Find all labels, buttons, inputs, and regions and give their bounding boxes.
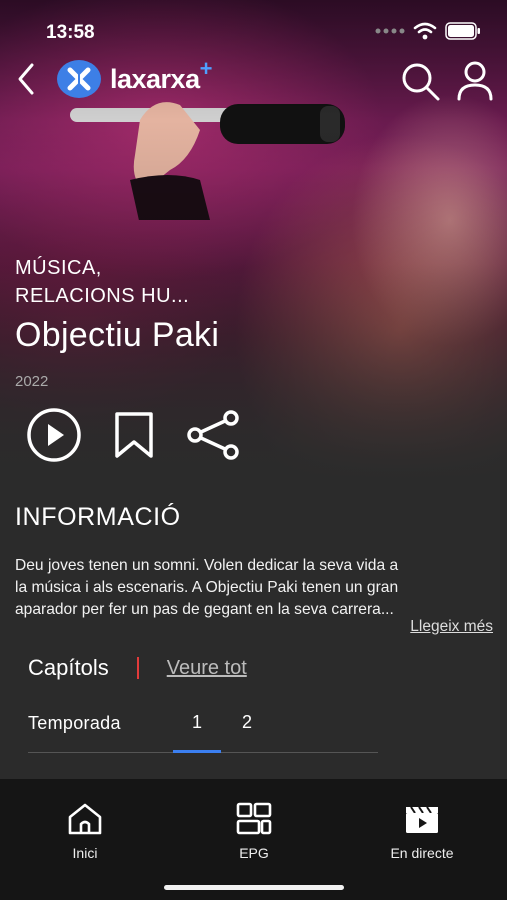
program-year: 2022	[15, 373, 49, 390]
nav-tab-epg[interactable]: EPG	[194, 801, 314, 861]
season-selector: Temporada 1 2	[28, 710, 378, 755]
genres: MÚSICA, RELACIONS HU...	[15, 254, 189, 310]
season-label: Temporada	[28, 713, 121, 733]
play-button[interactable]	[25, 406, 83, 464]
nav-tab-live[interactable]: En directe	[362, 801, 482, 861]
nav-tab-home[interactable]: Inici	[25, 801, 145, 861]
action-bar	[25, 406, 243, 464]
chapters-label: Capítols	[28, 655, 109, 680]
info-heading: INFORMACIÓ	[15, 503, 181, 531]
active-season-indicator	[173, 750, 221, 753]
program-title: Objectiu Paki	[15, 316, 220, 354]
clapperboard-icon	[406, 806, 438, 833]
back-arrow-icon[interactable]	[12, 59, 42, 99]
bookmark-icon	[115, 412, 153, 458]
search-icon[interactable]	[398, 59, 442, 103]
user-profile-icon[interactable]	[455, 59, 495, 103]
laxarxa-logo-icon	[57, 60, 101, 98]
status-bar: 13:58	[0, 0, 507, 50]
bookmark-button[interactable]	[105, 406, 163, 464]
brand-logo[interactable]: laxarxa +	[56, 56, 213, 99]
description-line-2: la música i als escenaris. A Objectiu Pa…	[15, 579, 399, 596]
top-navigation: laxarxa +	[0, 55, 507, 105]
brand-plus: +	[199, 56, 213, 81]
home-icon	[68, 803, 102, 835]
nav-tab-epg-label: EPG	[239, 845, 269, 861]
grid-icon	[236, 802, 272, 835]
wifi-icon	[413, 22, 437, 40]
read-more-link[interactable]: Llegeix més	[410, 618, 493, 636]
program-description: Deu joves tenen un somni. Volen dedicar …	[15, 555, 495, 621]
chapters-header: Capítols Veure tot	[28, 655, 247, 681]
nav-tab-live-label: En directe	[390, 845, 454, 861]
nav-tab-home-label: Inici	[72, 845, 98, 861]
signal-icon	[375, 28, 405, 34]
share-icon	[187, 410, 239, 460]
season-tab-2[interactable]: 2	[223, 712, 271, 733]
see-all-link[interactable]: Veure tot	[167, 657, 247, 680]
season-tab-1[interactable]: 1	[173, 712, 221, 733]
brand-name: laxarxa	[110, 63, 200, 94]
description-line-1: Deu joves tenen un somni. Volen dedicar …	[15, 557, 399, 574]
chapters-separator	[136, 657, 139, 679]
home-indicator	[164, 885, 344, 890]
battery-icon	[445, 22, 480, 40]
genres-line-2: RELACIONS HU...	[15, 285, 190, 307]
bottom-navigation: Inici EPG En directe	[0, 779, 507, 900]
share-button[interactable]	[185, 406, 243, 464]
play-icon	[27, 408, 81, 462]
status-time: 13:58	[46, 22, 95, 43]
genres-line-1: MÚSICA,	[15, 257, 102, 279]
